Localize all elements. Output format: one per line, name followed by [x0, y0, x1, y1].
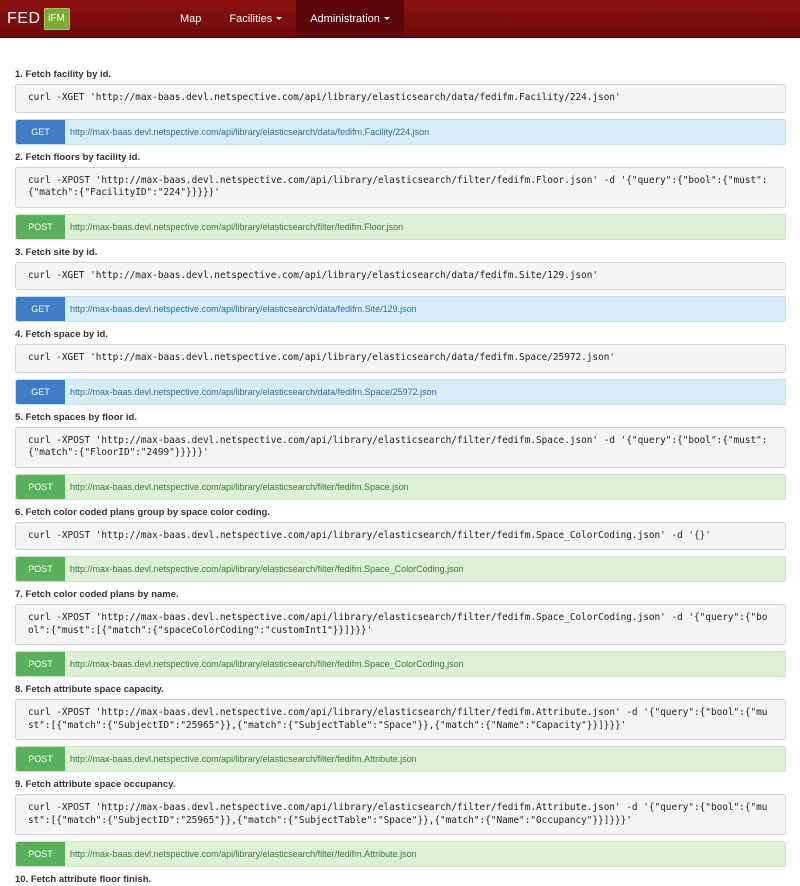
caret-down-icon	[383, 17, 390, 20]
api-example-entry: 5. Fetch spaces by floor id. curl -XPOST …	[15, 411, 786, 500]
curl-command-block: curl -XPOST 'http://max-baas.devl.netspe…	[15, 426, 786, 468]
api-example-entry: 6. Fetch color coded plans group by spac…	[15, 506, 786, 582]
entry-title: 4. Fetch space by id.	[15, 329, 108, 340]
request-url-link[interactable]: http://max-baas.devl.netspective.com/api…	[70, 222, 403, 232]
method-button[interactable]: POST	[16, 557, 65, 581]
request-row: POST http://max-baas.devl.netspective.com…	[15, 841, 786, 867]
method-button[interactable]: POST	[16, 652, 65, 676]
curl-command-block: curl -XGET 'http://max-baas.devl.netspec…	[15, 84, 786, 113]
api-examples-list: 1. Fetch facility by id. curl -XGET 'http…	[15, 62, 786, 886]
method-button[interactable]: GET	[16, 297, 65, 321]
api-example-entry: 8. Fetch attribute space capacity. curl -…	[15, 683, 786, 772]
api-example-entry: 10. Fetch attribute floor finish.	[15, 873, 786, 886]
brand-logo[interactable]: FED iFM	[7, 7, 70, 30]
curl-command-block: curl -XPOST 'http://max-baas.devl.netspe…	[15, 699, 786, 740]
request-url-link[interactable]: http://max-baas.devl.netspective.com/api…	[70, 564, 464, 574]
curl-command-block: curl -XGET 'http://max-baas.devl.netspec…	[15, 261, 786, 290]
api-example-entry: 9. Fetch attribute space occupancy. curl …	[15, 778, 786, 867]
nav-item-facilities-label: Facilities	[229, 12, 273, 25]
request-row: GET http://max-baas.devl.netspective.com/…	[15, 118, 786, 145]
api-example-entry: 7. Fetch color coded plans by name. curl …	[15, 588, 786, 677]
request-url-link[interactable]: http://max-baas.devl.netspective.com/api…	[70, 754, 417, 764]
api-example-entry: 4. Fetch space by id. curl -XGET 'http://…	[15, 328, 786, 405]
curl-command-block: curl -XGET 'http://max-baas.devl.netspec…	[15, 344, 786, 373]
top-navbar: FED iFM Map Facilities Administration	[0, 0, 800, 38]
entry-title: 2. Fetch floors by facility id.	[15, 151, 141, 163]
request-url-link[interactable]: http://max-baas.devl.netspective.com/api…	[70, 304, 417, 314]
nav-item-facilities[interactable]: Facilities	[215, 0, 296, 37]
request-url-link[interactable]: http://max-baas.devl.netspective.com/api…	[70, 387, 437, 397]
request-row: POST http://max-baas.devl.netspective.com…	[15, 746, 786, 772]
method-button[interactable]: POST	[16, 842, 65, 866]
method-button[interactable]: POST	[16, 474, 65, 499]
request-url-link[interactable]: http://max-baas.devl.netspective.com/api…	[70, 482, 409, 492]
request-row: POST http://max-baas.devl.netspective.com…	[15, 473, 786, 500]
entry-title: 3. Fetch site by id.	[15, 246, 98, 258]
brand-badge: iFM	[43, 7, 70, 30]
method-button[interactable]: POST	[16, 214, 65, 239]
entry-title: 1. Fetch facility by id.	[15, 69, 112, 80]
curl-command-block: curl -XPOST 'http://max-baas.devl.netspe…	[15, 521, 786, 550]
entry-title: 9. Fetch attribute space occupancy.	[15, 779, 176, 790]
request-url-link[interactable]: http://max-baas.devl.netspective.com/api…	[70, 659, 464, 669]
method-button[interactable]: POST	[16, 747, 65, 771]
request-row: GET http://max-baas.devl.netspective.com/…	[15, 296, 786, 322]
method-button[interactable]: GET	[16, 119, 65, 144]
curl-command-block: curl -XPOST 'http://max-baas.devl.netspe…	[15, 166, 786, 208]
entry-title: 8. Fetch attribute space capacity.	[15, 684, 164, 695]
entry-title: 5. Fetch spaces by floor id.	[15, 411, 137, 423]
request-row: GET http://max-baas.devl.netspective.com/…	[15, 378, 786, 405]
request-url-link[interactable]: http://max-baas.devl.netspective.com/api…	[70, 849, 417, 859]
nav-item-map[interactable]: Map	[166, 0, 215, 37]
request-row: POST http://max-baas.devl.netspective.com…	[15, 556, 786, 582]
api-example-entry: 3. Fetch site by id. curl -XGET 'http://m…	[15, 246, 786, 322]
api-example-entry: 1. Fetch facility by id. curl -XGET 'http…	[15, 68, 786, 145]
nav-item-administration-label: Administration	[310, 12, 380, 25]
entries-container: 1. Fetch facility by id. curl -XGET 'http…	[15, 68, 786, 886]
api-example-entry: 2. Fetch floors by facility id. curl -XPO…	[15, 151, 786, 240]
entry-title: 7. Fetch color coded plans by name.	[15, 589, 179, 600]
method-button[interactable]: GET	[16, 379, 65, 404]
curl-command-block: curl -XPOST 'http://max-baas.devl.netspe…	[15, 604, 786, 645]
request-row: POST http://max-baas.devl.netspective.com…	[15, 213, 786, 240]
entry-title: 6. Fetch color coded plans group by spac…	[15, 506, 270, 518]
entry-title: 10. Fetch attribute floor finish.	[15, 874, 152, 885]
caret-down-icon	[276, 17, 283, 20]
nav-item-map-label: Map	[180, 12, 202, 25]
nav-item-administration[interactable]: Administration	[296, 0, 404, 37]
main-nav: Map Facilities Administration	[166, 0, 404, 37]
request-row: POST http://max-baas.devl.netspective.com…	[15, 651, 786, 677]
request-url-link[interactable]: http://max-baas.devl.netspective.com/api…	[70, 127, 429, 137]
curl-command-block: curl -XPOST 'http://max-baas.devl.netspe…	[15, 794, 786, 835]
brand-text: FED	[7, 9, 41, 27]
